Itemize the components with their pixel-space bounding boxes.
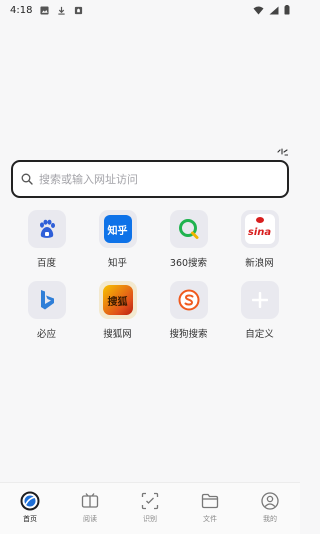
shortcut-tile: sina bbox=[240, 210, 279, 248]
shortcut-sogou[interactable]: 搜狗搜索 bbox=[153, 281, 224, 340]
shortcut-grid: 百度 知乎 知乎 360搜索 sina 新浪网 必应 搜狐 搜狐网 搜狗搜索 自… bbox=[11, 210, 295, 340]
nav-files[interactable]: 文件 bbox=[180, 483, 240, 534]
zhihu-icon-text: 知乎 bbox=[107, 225, 128, 237]
nav-scan[interactable]: 识别 bbox=[120, 483, 180, 534]
search-box[interactable] bbox=[11, 160, 289, 198]
bing-icon bbox=[40, 290, 54, 310]
shortcut-tile: 知乎 bbox=[98, 210, 137, 248]
profile-icon bbox=[261, 492, 279, 510]
sina-eye bbox=[255, 217, 264, 223]
shortcut-tile bbox=[169, 281, 208, 319]
nav-label: 识别 bbox=[143, 515, 157, 523]
nav-home[interactable]: 首页 bbox=[0, 483, 60, 534]
signal-icon bbox=[269, 6, 279, 14]
search-input[interactable] bbox=[39, 172, 279, 186]
plus-icon bbox=[251, 292, 268, 308]
nav-label: 首页 bbox=[23, 515, 37, 523]
nav-label: 我的 bbox=[263, 515, 277, 523]
zhihu-icon: 知乎 bbox=[103, 215, 132, 243]
shortcut-custom[interactable]: 自定义 bbox=[224, 281, 295, 340]
nav-label: 文件 bbox=[203, 515, 217, 523]
shortcut-label: 自定义 bbox=[245, 329, 274, 340]
wifi-icon bbox=[253, 6, 264, 14]
nav-profile[interactable]: 我的 bbox=[240, 483, 300, 534]
download-icon bbox=[58, 6, 66, 15]
home-icon bbox=[20, 491, 40, 511]
reading-icon bbox=[81, 493, 99, 508]
shortcut-label: 知乎 bbox=[107, 258, 127, 269]
shortcut-baidu[interactable]: 百度 bbox=[11, 210, 82, 269]
shortcut-label: 百度 bbox=[36, 258, 56, 269]
status-bar: 4:18 bbox=[0, 0, 300, 20]
shortcut-sina[interactable]: sina 新浪网 bbox=[224, 210, 295, 269]
nav-reading[interactable]: 阅读 bbox=[60, 483, 120, 534]
status-right bbox=[253, 5, 290, 15]
sina-icon: sina bbox=[244, 214, 275, 244]
image-icon bbox=[40, 5, 50, 15]
shortcut-label: 新浪网 bbox=[245, 258, 274, 269]
shortcut-tile bbox=[27, 210, 66, 248]
folder-icon bbox=[201, 493, 219, 509]
status-time: 4:18 bbox=[10, 4, 33, 16]
shortcut-label: 必应 bbox=[36, 329, 56, 340]
search-icon bbox=[21, 173, 33, 185]
shortcut-tile: 搜狐 bbox=[98, 281, 137, 319]
shortcut-label: 搜狐网 bbox=[103, 329, 132, 340]
baidu-icon bbox=[39, 219, 55, 238]
360-search-icon bbox=[178, 219, 198, 239]
sparkle-icon bbox=[277, 148, 288, 156]
nav-label: 阅读 bbox=[83, 515, 97, 523]
status-left: 4:18 bbox=[10, 5, 83, 16]
shortcut-tile bbox=[27, 281, 66, 319]
shortcut-bing[interactable]: 必应 bbox=[11, 281, 82, 340]
shortcut-sohu[interactable]: 搜狐 搜狐网 bbox=[82, 281, 153, 340]
sogou-icon bbox=[178, 289, 199, 311]
scan-icon bbox=[141, 492, 159, 510]
battery-icon bbox=[284, 5, 290, 15]
shortcut-zhihu[interactable]: 知乎 知乎 bbox=[82, 210, 153, 269]
lock-icon bbox=[75, 6, 83, 14]
shortcut-label: 360搜索 bbox=[169, 258, 208, 269]
sina-icon-text: sina bbox=[247, 226, 272, 238]
sohu-icon-text: 搜狐 bbox=[107, 296, 128, 308]
sohu-icon: 搜狐 bbox=[102, 285, 133, 315]
shortcut-label: 搜狗搜索 bbox=[169, 329, 208, 340]
bottom-nav: 首页 阅读 识别 文件 我的 bbox=[0, 482, 300, 534]
shortcut-tile bbox=[169, 210, 208, 248]
shortcut-tile bbox=[240, 281, 279, 319]
shortcut-360-search[interactable]: 360搜索 bbox=[153, 210, 224, 269]
